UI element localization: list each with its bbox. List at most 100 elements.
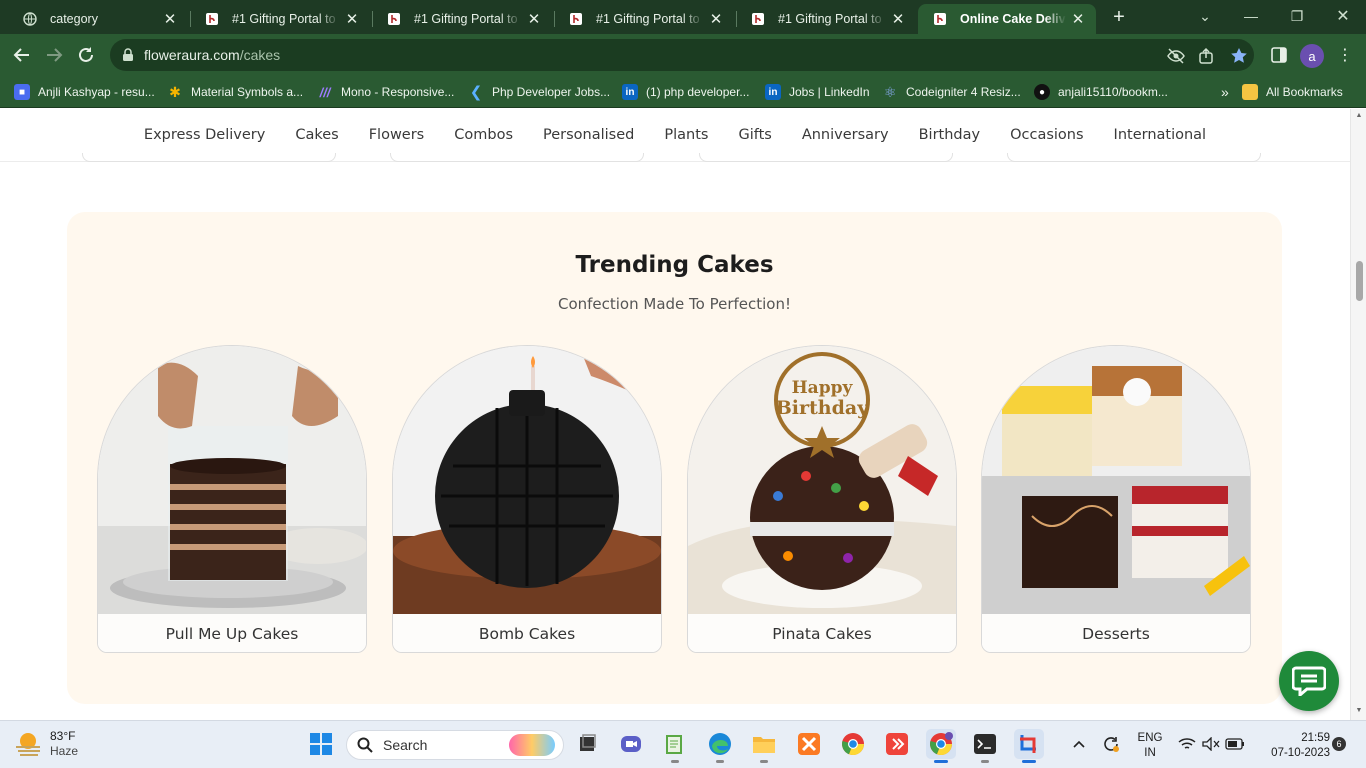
active-indicator	[934, 760, 948, 763]
scroll-thumb[interactable]	[1356, 261, 1363, 301]
profile-avatar[interactable]: a	[1300, 44, 1324, 68]
meet-app[interactable]	[616, 729, 646, 759]
close-window-button[interactable]: ✕	[1320, 0, 1366, 32]
edge-app[interactable]	[705, 729, 735, 763]
nav-express-delivery[interactable]: Express Delivery	[144, 127, 265, 143]
lang-line-1: ENG	[1137, 732, 1163, 744]
forward-button[interactable]	[42, 43, 66, 67]
scroll-down-arrow-icon[interactable]: ▼	[1355, 707, 1363, 715]
chat-button[interactable]	[1279, 651, 1339, 711]
bookmark-label: Anjli Kashyap - resu...	[38, 85, 155, 99]
language-indicator[interactable]: ENG IN	[1134, 731, 1166, 761]
close-icon[interactable]: ✕	[162, 10, 178, 28]
close-icon[interactable]: ✕	[890, 10, 906, 28]
tab-search-icon[interactable]: ⌄	[1182, 0, 1228, 32]
taskbar-search[interactable]: Search	[346, 730, 564, 760]
show-hidden-icons-icon[interactable]	[1068, 729, 1090, 759]
restore-button[interactable]: ❐	[1274, 0, 1320, 32]
nav-cakes[interactable]: Cakes	[295, 127, 338, 143]
topper-line-2: Birthday	[775, 397, 869, 419]
bookmark-item[interactable]: /// Mono - Responsive...	[317, 82, 455, 102]
terminal-icon	[974, 734, 996, 754]
snipping-tool-app[interactable]	[1014, 729, 1044, 763]
search-icon	[357, 737, 373, 753]
scroll-up-arrow-icon[interactable]: ▲	[1355, 112, 1363, 120]
previous-card-edge	[1007, 153, 1261, 162]
floweraura-icon	[204, 11, 220, 27]
file-explorer-app[interactable]	[749, 729, 779, 763]
xampp-icon	[798, 733, 820, 755]
bookmark-item[interactable]: ❮ Php Developer Jobs...	[468, 82, 610, 102]
tab-gifting-4[interactable]: #1 Gifting Portal to Send ✕	[736, 4, 916, 34]
terminal-app[interactable]	[970, 729, 1000, 763]
side-panel-icon[interactable]	[1268, 44, 1290, 66]
notification-badge[interactable]: 6	[1332, 737, 1346, 751]
pull-me-up-cake-image	[98, 346, 366, 614]
all-bookmarks-button[interactable]: All Bookmarks	[1242, 82, 1343, 102]
nav-occasions[interactable]: Occasions	[1010, 127, 1083, 143]
tab-gifting-3[interactable]: #1 Gifting Portal to Send ✕	[554, 4, 734, 34]
category-card-desserts[interactable]: Desserts	[981, 345, 1251, 653]
chrome-profile-app[interactable]	[926, 729, 956, 763]
nav-plants[interactable]: Plants	[664, 127, 708, 143]
new-tab-button[interactable]: +	[1108, 6, 1130, 28]
chrome-app[interactable]	[838, 729, 868, 759]
notepad-app[interactable]	[660, 729, 690, 763]
clock[interactable]: 21:59 07-10-2023	[1258, 731, 1330, 761]
bookmark-item[interactable]: in Jobs | LinkedIn	[765, 82, 870, 102]
task-view-button[interactable]	[572, 729, 602, 759]
bookmark-item[interactable]: in (1) php developer...	[622, 82, 749, 102]
close-icon[interactable]: ✕	[526, 10, 542, 28]
address-bar[interactable]: floweraura.com/cakes	[110, 39, 1254, 71]
share-icon[interactable]	[1198, 47, 1216, 65]
nav-anniversary[interactable]: Anniversary	[802, 127, 889, 143]
back-button[interactable]	[10, 43, 34, 67]
bookmark-item[interactable]: ✱ Material Symbols a...	[167, 82, 303, 102]
running-indicator	[671, 760, 679, 763]
nav-combos[interactable]: Combos	[454, 127, 513, 143]
category-card-bomb-cakes[interactable]: Bomb Cakes	[392, 345, 662, 653]
nav-birthday[interactable]: Birthday	[919, 127, 980, 143]
bookmark-item[interactable]: ● anjali15110/bookm...	[1034, 82, 1168, 102]
nav-personalised[interactable]: Personalised	[543, 127, 634, 143]
tab-gifting-1[interactable]: #1 Gifting Portal to Send ✕	[190, 4, 370, 34]
xampp-app[interactable]	[794, 729, 824, 759]
search-highlight-icon	[509, 734, 555, 756]
close-icon[interactable]: ✕	[708, 10, 724, 28]
anydesk-icon	[886, 733, 908, 755]
volume-muted-icon[interactable]	[1200, 729, 1222, 759]
nav-flowers[interactable]: Flowers	[369, 127, 425, 143]
battery-icon[interactable]	[1224, 729, 1246, 759]
more-bookmarks-icon[interactable]: »	[1221, 82, 1229, 102]
nav-international[interactable]: International	[1114, 127, 1207, 143]
minimize-button[interactable]: —	[1228, 0, 1274, 32]
floweraura-icon	[932, 11, 948, 27]
start-button[interactable]	[306, 729, 336, 759]
trending-cakes-section: Trending Cakes Confection Made To Perfec…	[67, 212, 1282, 704]
bookmark-item[interactable]: ⚛ Codeigniter 4 Resiz...	[882, 82, 1021, 102]
menu-kebab-icon[interactable]: ⋮	[1334, 44, 1356, 66]
wifi-icon[interactable]	[1176, 729, 1198, 759]
tab-online-cake-delivery[interactable]: Online Cake Delivery ✕	[918, 4, 1096, 34]
nav-gifts[interactable]: Gifts	[738, 127, 771, 143]
tab-category[interactable]: category ✕	[8, 4, 188, 34]
page-scrollbar[interactable]: ▲ ▼	[1350, 109, 1366, 720]
close-icon[interactable]: ✕	[344, 10, 360, 28]
bookmark-item[interactable]: ■ Anjli Kashyap - resu...	[14, 82, 155, 102]
eye-off-icon[interactable]	[1167, 47, 1185, 65]
category-card-pull-me-up[interactable]: Pull Me Up Cakes	[97, 345, 367, 653]
site-info-icon[interactable]	[122, 48, 134, 62]
tab-title: #1 Gifting Portal to Send	[414, 12, 522, 26]
anydesk-app[interactable]	[882, 729, 912, 759]
category-card-pinata-cakes[interactable]: Happy Birthday Pinata Cakes	[687, 345, 957, 653]
sync-icon[interactable]	[1098, 729, 1124, 759]
bookmark-star-icon[interactable]	[1230, 47, 1248, 65]
close-icon[interactable]: ✕	[1070, 10, 1086, 28]
reload-button[interactable]	[74, 43, 98, 67]
forward-arrow-icon	[47, 48, 63, 62]
tab-gifting-2[interactable]: #1 Gifting Portal to Send ✕	[372, 4, 552, 34]
bookmark-label: Jobs | LinkedIn	[789, 85, 870, 99]
bookmark-label: anjali15110/bookm...	[1058, 85, 1168, 99]
weather-temp: 83°F	[50, 729, 76, 743]
weather-widget[interactable]: 83°F Haze	[14, 729, 78, 759]
